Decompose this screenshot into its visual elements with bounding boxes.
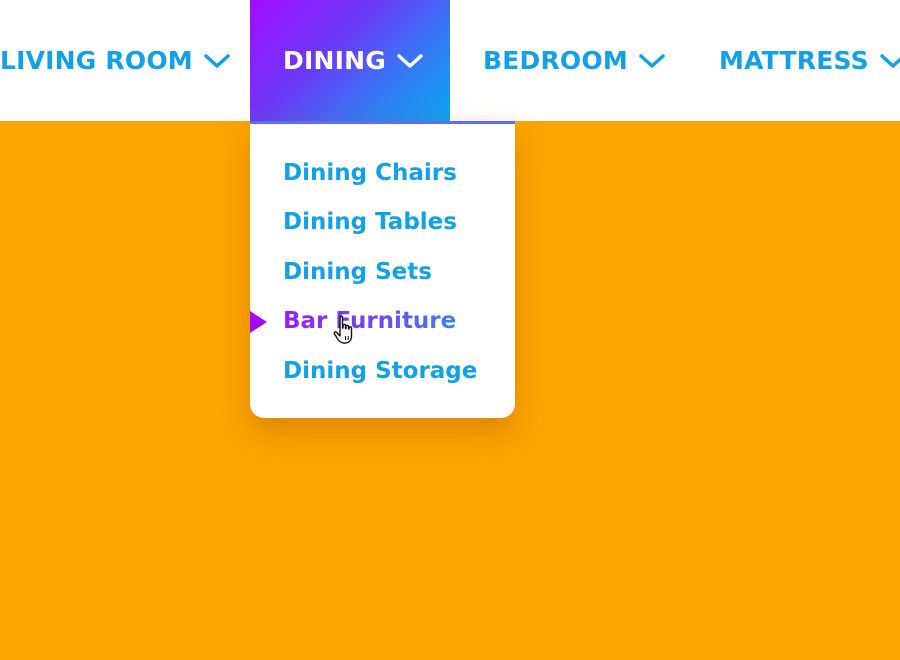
chevron-down-icon (638, 52, 666, 70)
dining-dropdown-menu: Dining Chairs Dining Tables Dining Sets … (250, 121, 515, 418)
dropdown-item-dining-tables[interactable]: Dining Tables (283, 205, 457, 239)
dropdown-item-dining-sets[interactable]: Dining Sets (283, 255, 432, 289)
nav-item-label: LIVING ROOM (0, 46, 193, 75)
hand-pointer-cursor-icon (332, 314, 358, 346)
nav-item-bedroom[interactable]: BEDROOM (483, 0, 666, 121)
triangle-right-icon (250, 311, 267, 333)
dropdown-item-bar-furniture[interactable]: Bar Furniture (283, 304, 456, 338)
nav-item-dining[interactable]: DINING (250, 0, 450, 121)
chevron-down-icon (396, 52, 424, 70)
nav-item-label: DINING (283, 46, 386, 75)
nav-item-mattress[interactable]: MATTRESS (719, 0, 900, 121)
chevron-down-icon (203, 52, 231, 70)
dropdown-item-dining-chairs[interactable]: Dining Chairs (283, 156, 457, 190)
chevron-down-icon (879, 52, 900, 70)
nav-item-label: BEDROOM (483, 46, 628, 75)
dropdown-item-dining-storage[interactable]: Dining Storage (283, 354, 477, 388)
nav-item-label: MATTRESS (719, 46, 869, 75)
nav-item-living-room[interactable]: LIVING ROOM (0, 0, 231, 121)
main-navbar: LIVING ROOM DINING BEDROOM MATTRESS (0, 0, 900, 121)
